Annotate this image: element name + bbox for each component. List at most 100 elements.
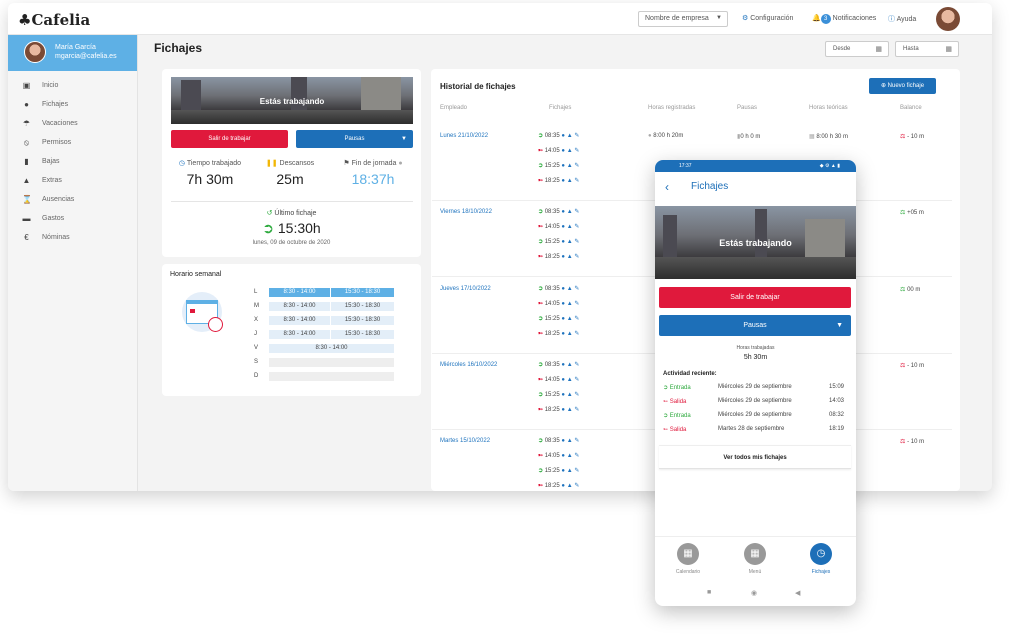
schedule-slot: 15:30 - 18:30 <box>331 288 394 297</box>
edit-icon[interactable]: ✎ <box>574 133 579 139</box>
punch-entry[interactable]: ➳ 18:25 ● ▲ ✎ <box>538 406 579 413</box>
sidebar-item-permisos[interactable]: ⦸ Permisos <box>8 133 137 152</box>
column-header[interactable]: Fichajes <box>549 105 571 111</box>
nav-menu[interactable]: ▦ Menú <box>730 543 780 575</box>
edit-icon[interactable]: ✎ <box>574 331 579 337</box>
edit-icon[interactable]: ✎ <box>574 254 579 260</box>
edit-icon[interactable]: ✎ <box>574 362 579 368</box>
extras-icon: ▲ <box>22 176 31 185</box>
schedule-title: Horario semanal <box>170 271 222 278</box>
punch-entry[interactable]: ➳ 18:25 ● ▲ ✎ <box>538 253 579 260</box>
punch-entry[interactable]: ➲ 08:35 ● ▲ ✎ <box>538 208 579 215</box>
working-status-text: Estás trabajando <box>259 97 325 106</box>
punch-entry[interactable]: ➲ 08:35 ● ▲ ✎ <box>538 285 579 292</box>
drop-icon: ● <box>648 133 652 139</box>
scale-icon: ⚖ <box>900 363 906 369</box>
punch-entry[interactable]: ➲ 15:25 ● ▲ ✎ <box>538 391 579 398</box>
balance-value: ⚖ - 10 m <box>900 134 925 140</box>
column-header[interactable]: Balance <box>900 105 922 111</box>
punch-entry[interactable]: ➲ 08:35 ● ▲ ✎ <box>538 361 579 368</box>
nav-fichajes[interactable]: ◷ Fichajes <box>796 543 846 575</box>
config-link[interactable]: ⚙ Configuración <box>742 14 793 22</box>
punch-entry[interactable]: ➲ 15:25 ● ▲ ✎ <box>538 315 579 322</box>
exit-icon: ➳ <box>538 148 544 154</box>
sidebar-item-nominas[interactable]: € Nóminas <box>8 228 137 247</box>
back-triangle-icon[interactable]: ◀ <box>795 589 800 597</box>
edit-icon[interactable]: ✎ <box>574 407 579 413</box>
punch-entry[interactable]: ➲ 15:25 ● ▲ ✎ <box>538 467 579 474</box>
date-from-field[interactable]: Desde ▦ <box>825 41 889 57</box>
edit-icon[interactable]: ✎ <box>574 178 579 184</box>
punch-entry[interactable]: ➲ 15:25 ● ▲ ✎ <box>538 238 579 245</box>
location-icon: ● <box>561 407 566 413</box>
notifications-link[interactable]: 🔔 3 Notificaciones <box>812 14 876 24</box>
punch-entry[interactable]: ➳ 18:25 ● ▲ ✎ <box>538 330 579 337</box>
row-date[interactable]: Martes 15/10/2022 <box>440 438 490 444</box>
back-icon[interactable]: ‹ <box>665 180 669 194</box>
punch-entry[interactable]: ➳ 18:25 ● ▲ ✎ <box>538 482 579 489</box>
help-link[interactable]: ⓘ Ayuda <box>888 14 916 24</box>
exit-work-button[interactable]: Salir de trabajar <box>171 130 288 148</box>
punch-entry[interactable]: ➳ 14:05 ● ▲ ✎ <box>538 452 579 459</box>
stat-breaks: ❚❚ Descansos 25m <box>265 160 315 187</box>
pause-button[interactable]: Pausas ▼ <box>659 315 851 336</box>
punch-entry[interactable]: ➳ 18:25 ● ▲ ✎ <box>538 177 579 184</box>
edit-icon[interactable]: ✎ <box>574 301 579 307</box>
punch-entry[interactable]: ➲ 08:35 ● ▲ ✎ <box>538 437 579 444</box>
edit-icon[interactable]: ✎ <box>574 392 579 398</box>
edit-icon[interactable]: ✎ <box>574 286 579 292</box>
column-header[interactable]: Horas teóricas <box>809 105 848 111</box>
sidebar-item-vacaciones[interactable]: ☂ Vacaciones <box>8 114 137 133</box>
edit-icon[interactable]: ✎ <box>574 148 579 154</box>
see-all-button[interactable]: Ver todos mis fichajes <box>659 445 851 469</box>
sidebar-item-fichajes[interactable]: ● Fichajes <box>8 95 137 114</box>
new-punch-button[interactable]: ⊕ Nuevo fichaje <box>869 78 936 94</box>
location-icon: ● <box>561 301 566 307</box>
edit-icon[interactable]: ✎ <box>574 224 579 230</box>
company-select[interactable]: Nombre de empresa ▼ <box>638 11 728 27</box>
column-header[interactable]: Pausas <box>737 105 757 111</box>
row-date[interactable]: Jueves 17/10/2022 <box>440 286 491 292</box>
sidebar-item-extras[interactable]: ▲ Extras <box>8 171 137 190</box>
punch-entry[interactable]: ➳ 14:05 ● ▲ ✎ <box>538 300 579 307</box>
edit-icon[interactable]: ✎ <box>574 209 579 215</box>
nav-calendar[interactable]: ▦ Calendario <box>663 543 713 575</box>
device-icon: ▲ <box>566 286 573 292</box>
edit-icon[interactable]: ✎ <box>574 483 579 489</box>
app-logo[interactable]: ♣Cafelia <box>18 11 90 29</box>
pause-button[interactable]: Pausas ▼ <box>296 130 413 148</box>
schedule-slot: 15:30 - 18:30 <box>331 330 394 339</box>
registered-hours: ● 8:00 h 20m <box>648 133 684 139</box>
row-date[interactable]: Miércoles 16/10/2022 <box>440 362 497 368</box>
edit-icon[interactable]: ✎ <box>574 468 579 474</box>
punch-entry[interactable]: ➳ 14:05 ● ▲ ✎ <box>538 223 579 230</box>
edit-icon[interactable]: ✎ <box>574 163 579 169</box>
exit-work-button[interactable]: Salir de trabajar <box>659 287 851 308</box>
edit-icon[interactable]: ✎ <box>574 377 579 383</box>
punch-entry[interactable]: ➲ 15:25 ● ▲ ✎ <box>538 162 579 169</box>
punch-entry[interactable]: ➳ 14:05 ● ▲ ✎ <box>538 376 579 383</box>
sidebar-item-gastos[interactable]: ▬ Gastos <box>8 209 137 228</box>
edit-icon[interactable]: ✎ <box>574 453 579 459</box>
date-to-field[interactable]: Hasta ▦ <box>895 41 959 57</box>
edit-icon[interactable]: ✎ <box>574 316 579 322</box>
exit-icon: ➳ <box>538 407 544 413</box>
row-date[interactable]: Lunes 21/10/2022 <box>440 133 488 139</box>
sidebar-item-bajas[interactable]: ▮ Bajas <box>8 152 137 171</box>
home-circle-icon[interactable]: ◉ <box>751 589 757 597</box>
entry-icon: ➲ <box>262 220 274 236</box>
user-box[interactable]: María García mgarcia@cafelia.es <box>8 35 137 71</box>
square-icon[interactable]: ■ <box>707 589 711 596</box>
edit-icon[interactable]: ✎ <box>574 239 579 245</box>
sidebar-item-ausencias[interactable]: ⌛ Ausencias <box>8 190 137 209</box>
column-header[interactable]: Empleado <box>440 105 467 111</box>
column-header[interactable]: Horas registradas <box>648 105 695 111</box>
punch-entry[interactable]: ➳ 14:05 ● ▲ ✎ <box>538 147 579 154</box>
edit-icon[interactable]: ✎ <box>574 438 579 444</box>
sidebar-item-inicio[interactable]: ▣ Inicio <box>8 76 137 95</box>
avatar[interactable] <box>936 7 960 31</box>
location-icon: ● <box>561 362 566 368</box>
punch-entry[interactable]: ➲ 08:35 ● ▲ ✎ <box>538 132 579 139</box>
row-date[interactable]: Viernes 18/10/2022 <box>440 209 492 215</box>
last-punch-label: ↺ Último fichaje <box>266 210 317 217</box>
